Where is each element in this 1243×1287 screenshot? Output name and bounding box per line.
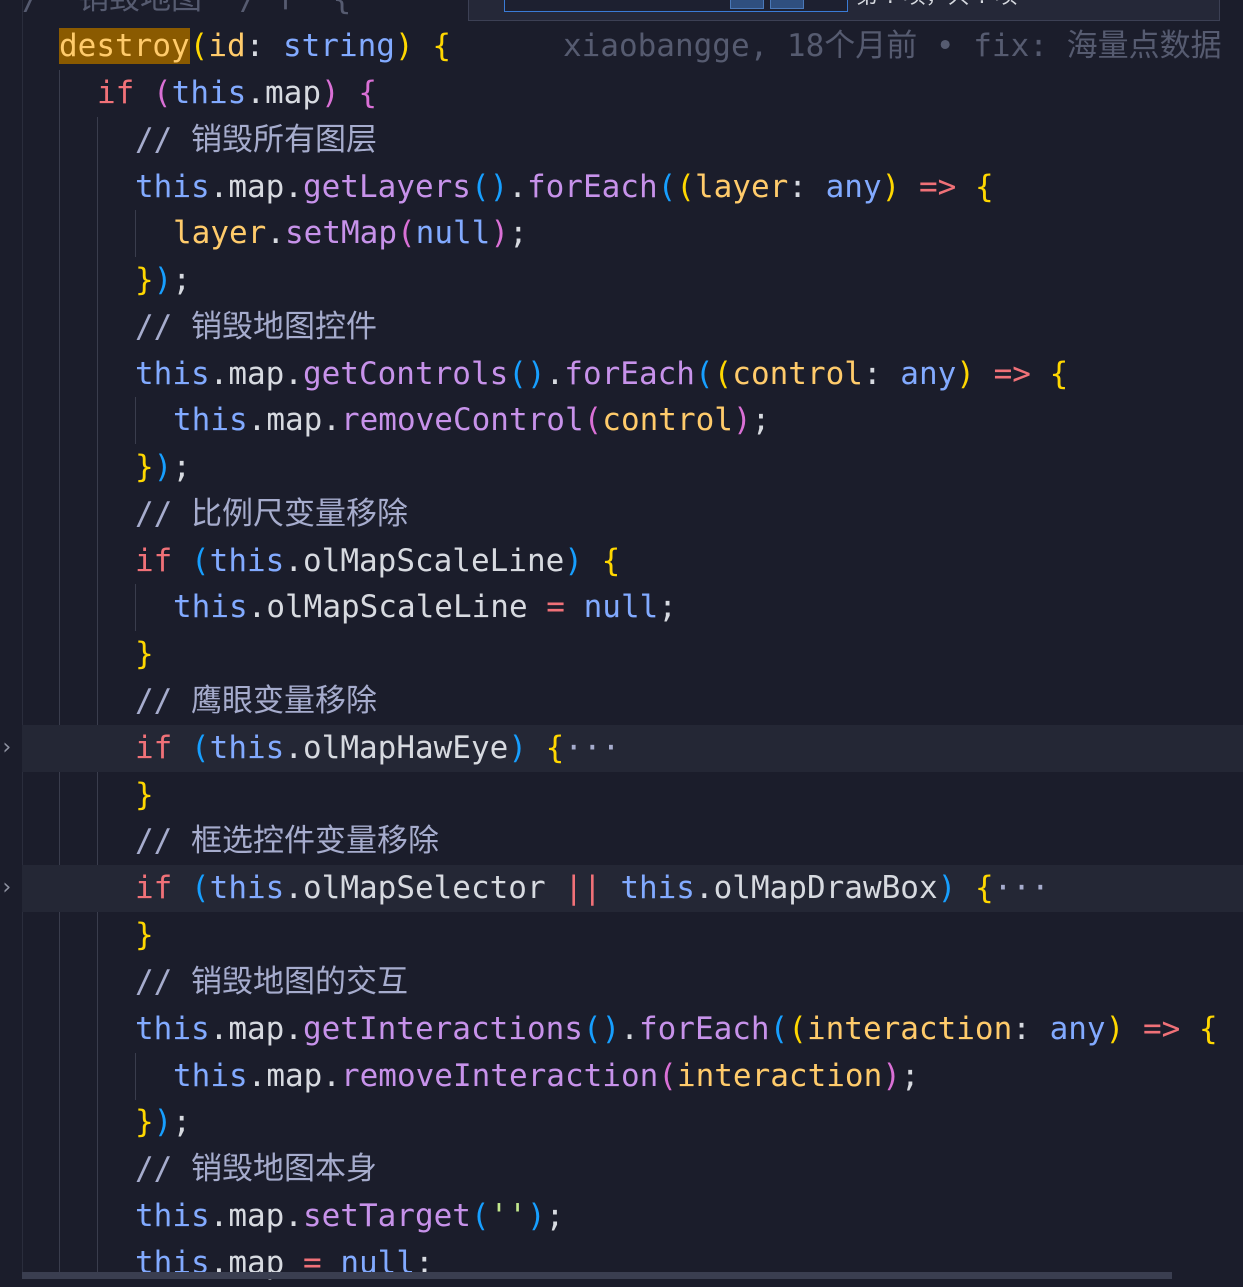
this-keyword: this (171, 75, 247, 111)
find-match-count: 第 ? 项，共 ? 项 (856, 0, 1017, 12)
code-comment[interactable]: // 销毁地图的交互 (22, 959, 1243, 1006)
code-line[interactable]: } (22, 772, 1243, 819)
code-line[interactable]: destroy(id: string) { xiaobangge, 18个月前 … (22, 23, 1243, 70)
code-comment[interactable]: // 销毁所有图层 (22, 117, 1243, 164)
match-word-toggle[interactable] (770, 0, 804, 9)
code-line[interactable]: }); (22, 444, 1243, 491)
code-line[interactable]: this.map.removeInteraction(interaction); (22, 1053, 1243, 1100)
code-line[interactable]: if (this.olMapScaleLine) { (22, 538, 1243, 585)
function-name: destroy (59, 28, 190, 64)
folded-code-line[interactable]: if (this.olMapSelector || this.olMapDraw… (22, 865, 1243, 912)
code-line[interactable]: this.map.removeControl(control); (22, 397, 1243, 444)
code-comment[interactable]: // 销毁地图本身 (22, 1146, 1243, 1193)
code-line[interactable]: }); (22, 1099, 1243, 1146)
match-case-toggle[interactable] (730, 0, 764, 9)
property: map (265, 75, 321, 111)
code-line[interactable]: this.map.getInteractions().forEach((inte… (22, 1006, 1243, 1053)
horizontal-scrollbar[interactable] (22, 1272, 1172, 1279)
code-comment[interactable]: // 框选控件变量移除 (22, 818, 1243, 865)
clipped-code-line: / 销毁地图 / f { (22, 0, 351, 23)
folded-ellipsis[interactable]: ··· (994, 870, 1050, 906)
code-line[interactable]: } (22, 631, 1243, 678)
code-comment[interactable]: // 鹰眼变量移除 (22, 678, 1243, 725)
fold-chevron-right-icon[interactable]: › (0, 877, 14, 899)
code-line[interactable]: this.olMapScaleLine = null; (22, 584, 1243, 631)
code-comment[interactable]: // 比例尺变量移除 (22, 491, 1243, 538)
code-line[interactable]: this.map.setTarget(''); (22, 1193, 1243, 1240)
folded-code-line[interactable]: if (this.olMapHawEye) {··· (22, 725, 1243, 772)
code-line[interactable]: if (this.map) { (22, 70, 1243, 117)
param-name: id (208, 28, 246, 64)
code-line[interactable]: }); (22, 257, 1243, 304)
code-line[interactable]: layer.setMap(null); (22, 210, 1243, 257)
fold-chevron-right-icon[interactable]: › (0, 737, 14, 759)
editor-gutter: › › (0, 0, 23, 1279)
code-line[interactable]: } (22, 912, 1243, 959)
code-line[interactable]: this.map.getControls().forEach((control:… (22, 351, 1243, 398)
code-line[interactable]: this.map = null; (22, 1240, 1243, 1287)
code-comment[interactable]: // 销毁地图控件 (22, 304, 1243, 351)
code-line[interactable]: this.map.getLayers().forEach((layer: any… (22, 164, 1243, 211)
folded-ellipsis[interactable]: ··· (564, 730, 620, 766)
git-blame-annotation: xiaobangge, 18个月前 • fix: 海量点数据 (562, 28, 1222, 64)
code-editor[interactable]: › › / 销毁地图 / f { 第 ? 项，共 ? 项 destroy(id:… (0, 0, 1243, 1281)
type-name: string (282, 28, 395, 64)
